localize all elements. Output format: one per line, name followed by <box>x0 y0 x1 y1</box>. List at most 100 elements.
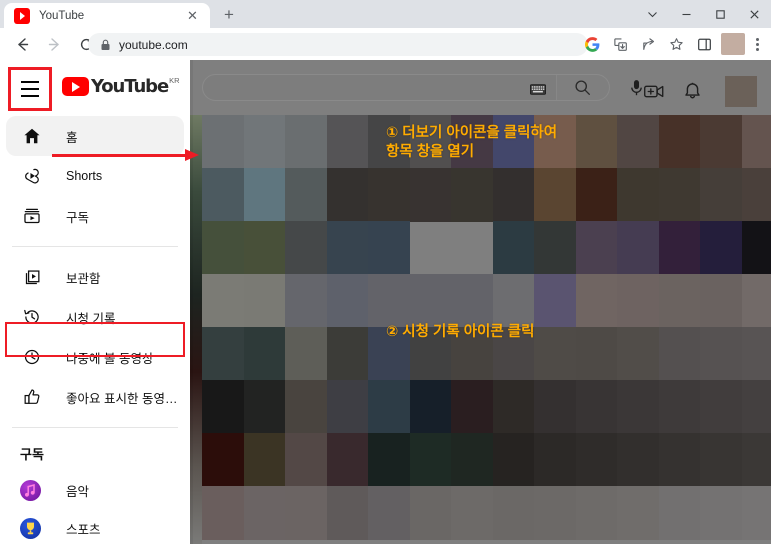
share-icon[interactable] <box>635 31 661 57</box>
watch-later-icon <box>20 345 44 369</box>
mosaic-cell <box>243 380 286 434</box>
mosaic-cell <box>409 168 452 222</box>
page-viewport: ① 더보기 아이콘을 클릭하여 항목 창을 열기 ② 시청 기록 아이콘 클릭 … <box>0 60 771 544</box>
mosaic-cell <box>409 380 452 434</box>
mosaic-cell <box>285 327 328 381</box>
mosaic-cell <box>575 221 618 275</box>
sidebar-edge-shadow <box>190 60 193 544</box>
sidebar-label-library: 보관함 <box>66 271 101 286</box>
sidebar-item-shorts[interactable]: Shorts <box>6 156 184 196</box>
profile-avatar[interactable] <box>721 33 745 55</box>
browser-tab-strip: YouTube ✕ + <box>0 0 771 28</box>
mosaic-cell <box>492 274 535 328</box>
address-bar[interactable]: youtube.com <box>88 33 588 56</box>
sidebar-item-history[interactable]: 시청 기록 <box>6 297 184 337</box>
mosaic-cell <box>617 168 660 222</box>
chevron-down-icon[interactable] <box>635 0 669 28</box>
mosaic-cell <box>534 168 577 222</box>
mosaic-cell <box>368 221 411 275</box>
mosaic-cell <box>617 274 660 328</box>
sidebar-label-liked-videos: 좋아요 표시한 동영… <box>66 391 178 406</box>
sidebar-item-library[interactable]: 보관함 <box>6 257 184 297</box>
back-icon[interactable] <box>8 30 36 58</box>
maximize-icon[interactable] <box>703 0 737 28</box>
sidebar-item-watch-later[interactable]: 나중에 볼 동영상 <box>6 337 184 377</box>
create-video-icon[interactable] <box>644 84 664 99</box>
mosaic-cell <box>451 486 494 540</box>
close-window-icon[interactable] <box>737 0 771 28</box>
mosaic-cell <box>492 221 535 275</box>
minimize-icon[interactable] <box>669 0 703 28</box>
arrow-head <box>185 149 199 161</box>
mosaic-cell <box>617 486 660 540</box>
account-avatar[interactable] <box>725 76 757 107</box>
forward-icon[interactable] <box>40 30 68 58</box>
mosaic-cell <box>243 168 286 222</box>
music-note-avatar-icon <box>20 479 41 501</box>
mosaic-cell <box>368 486 411 540</box>
arrow-shaft <box>52 153 188 157</box>
sidebar-divider <box>12 246 178 247</box>
shorts-icon <box>20 164 44 188</box>
screenshot-root: YouTube ✕ + youtube.com ① 더보기 아이콘을 클릭하여 … <box>0 0 771 544</box>
notifications-bell-icon[interactable] <box>684 82 701 101</box>
mosaic-cell <box>243 433 286 487</box>
youtube-sidebar: YouTube KR 홈 Shorts 구독 보관함 시청 기록 나중에 볼 동… <box>0 60 190 544</box>
mosaic-cell <box>700 380 743 434</box>
window-controls <box>635 0 771 28</box>
mosaic-cell <box>202 115 245 169</box>
keyboard-icon[interactable] <box>530 82 546 100</box>
youtube-favicon-icon <box>14 7 30 24</box>
mosaic-cell <box>534 221 577 275</box>
sidebar-channel-sports[interactable]: 스포츠 <box>0 509 190 544</box>
mosaic-cell <box>243 115 286 169</box>
mosaic-cell <box>202 433 245 487</box>
mosaic-cell <box>326 380 369 434</box>
mosaic-cell <box>451 380 494 434</box>
sidebar-label-history: 시청 기록 <box>66 311 116 326</box>
youtube-country-code: KR <box>169 76 180 85</box>
mosaic-cell <box>368 380 411 434</box>
search-button[interactable] <box>556 74 610 101</box>
install-app-icon[interactable] <box>607 31 633 57</box>
close-icon[interactable]: ✕ <box>185 8 200 23</box>
mosaic-cell <box>700 221 743 275</box>
mosaic-cell <box>575 274 618 328</box>
guide-menu-hamburger-icon[interactable] <box>11 70 49 108</box>
sidebar-channel-music[interactable]: 음악 <box>0 471 190 509</box>
channel-label-music: 음악 <box>66 484 90 499</box>
sidebar-item-liked-videos[interactable]: 좋아요 표시한 동영… <box>6 377 184 417</box>
sidebar-item-subscriptions[interactable]: 구독 <box>6 196 184 236</box>
new-tab-button[interactable]: + <box>218 4 240 26</box>
mosaic-cell <box>617 327 660 381</box>
masthead-actions <box>644 76 757 107</box>
mosaic-cell <box>492 380 535 434</box>
side-panel-icon[interactable] <box>691 31 717 57</box>
mosaic-cell <box>741 380 771 434</box>
google-icon[interactable] <box>579 31 605 57</box>
subscriptions-icon <box>20 204 44 228</box>
search-input[interactable] <box>202 74 557 101</box>
sidebar-label-home: 홈 <box>66 130 78 145</box>
mosaic-cell <box>658 380 701 434</box>
bookmark-star-icon[interactable] <box>663 31 689 57</box>
youtube-logo[interactable]: YouTube KR <box>62 76 180 96</box>
mosaic-cell <box>617 380 660 434</box>
sidebar-divider-2 <box>12 427 178 428</box>
mosaic-cell <box>617 115 660 169</box>
mosaic-cell <box>575 380 618 434</box>
mosaic-cell <box>451 274 494 328</box>
mosaic-cell <box>285 433 328 487</box>
mosaic-cell <box>409 274 452 328</box>
mosaic-cell <box>741 115 771 169</box>
mosaic-cell <box>368 274 411 328</box>
callout-arrow <box>52 149 200 161</box>
mosaic-cell <box>326 115 369 169</box>
mosaic-cell <box>617 433 660 487</box>
mosaic-cell <box>741 486 771 540</box>
mosaic-cell <box>575 486 618 540</box>
chrome-menu-icon[interactable] <box>747 31 767 57</box>
sidebar-label-subscriptions: 구독 <box>66 210 90 225</box>
mosaic-cell <box>368 168 411 222</box>
browser-tab-youtube[interactable]: YouTube ✕ <box>4 3 210 28</box>
